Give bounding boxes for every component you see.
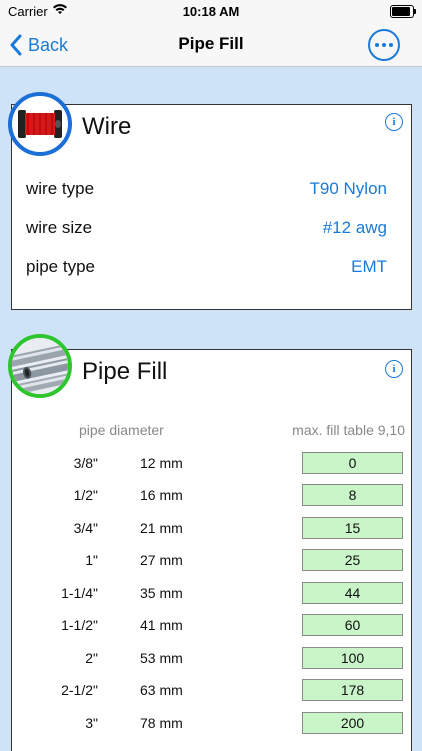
pipe-type-label: pipe type (26, 257, 95, 276)
wire-size-row[interactable]: wire size #12 awg (26, 218, 387, 242)
ellipsis-icon (375, 43, 379, 47)
table-row: 3/4" 21 mm 15 (12, 517, 411, 539)
clock: 10:18 AM (182, 4, 240, 19)
pipe-fill-card: Pipe Fill i pipe diameter max. fill tabl… (11, 349, 412, 751)
pipes-icon (8, 334, 72, 398)
max-fill-value: 0 (302, 452, 403, 474)
pipe-size-mm: 78 mm (140, 715, 183, 731)
pipe-size-mm: 35 mm (140, 585, 183, 601)
table-row: 1" 27 mm 25 (12, 549, 411, 571)
pipe-size-mm: 16 mm (140, 487, 183, 503)
pipe-size-inch: 2" (85, 650, 98, 666)
wire-size-label: wire size (26, 218, 93, 237)
pipe-size-mm: 12 mm (140, 455, 183, 471)
pipe-diameter-header: pipe diameter (79, 422, 164, 438)
wire-type-label: wire type (26, 179, 95, 198)
pipe-size-mm: 21 mm (140, 520, 183, 536)
max-fill-value: 8 (302, 484, 403, 506)
pipe-size-inch: 3" (85, 715, 98, 731)
max-fill-value: 15 (302, 517, 403, 539)
max-fill-value: 44 (302, 582, 403, 604)
wire-type-row[interactable]: wire type T90 Nylon (26, 179, 387, 203)
pipe-fill-card-title: Pipe Fill (82, 358, 168, 385)
pipe-size-inch: 3/4" (73, 520, 98, 536)
wire-info-icon[interactable]: i (385, 113, 403, 131)
status-bar: Carrier 10:18 AM (0, 0, 422, 24)
table-row: 1-1/4" 35 mm 44 (12, 582, 411, 604)
pipe-size-mm: 27 mm (140, 552, 183, 568)
pipe-size-inch: 3/8" (73, 455, 98, 471)
wire-card-title: Wire (82, 113, 132, 140)
wire-card: Wire i wire type T90 Nylon wire size #12… (11, 104, 412, 310)
battery-icon (390, 5, 416, 18)
table-row: 2" 53 mm 100 (12, 647, 411, 669)
more-options-button[interactable] (368, 29, 400, 61)
max-fill-value: 100 (302, 647, 403, 669)
pipe-size-inch: 1/2" (73, 487, 98, 503)
wire-size-value[interactable]: #12 awg (323, 218, 387, 238)
table-row: 1-1/2" 41 mm 60 (12, 614, 411, 636)
table-row: 1/2" 16 mm 8 (12, 484, 411, 506)
pipe-size-mm: 53 mm (140, 650, 183, 666)
ellipsis-dot (389, 43, 393, 47)
page-title: Pipe Fill (178, 34, 244, 53)
wire-spool-icon (8, 92, 72, 156)
max-fill-value: 200 (302, 712, 403, 734)
pipe-size-inch: 2-1/2" (61, 682, 98, 698)
pipe-size-mm: 41 mm (140, 617, 183, 633)
wire-type-value[interactable]: T90 Nylon (310, 179, 387, 199)
pipe-size-inch: 1" (85, 552, 98, 568)
table-row: 3/8" 12 mm 0 (12, 452, 411, 474)
max-fill-header: max. fill table 9,10 (292, 422, 405, 438)
pipe-size-inch: 1-1/4" (61, 585, 98, 601)
max-fill-value: 178 (302, 679, 403, 701)
pipe-fill-info-icon[interactable]: i (385, 360, 403, 378)
table-row: 3" 78 mm 200 (12, 712, 411, 734)
navigation-bar: Back Pipe Fill (0, 24, 422, 67)
table-row: 2-1/2" 63 mm 178 (12, 679, 411, 701)
pipe-type-value[interactable]: EMT (351, 257, 387, 277)
pipe-type-row[interactable]: pipe type EMT (26, 257, 387, 281)
pipe-size-inch: 1-1/2" (61, 617, 98, 633)
max-fill-value: 25 (302, 549, 403, 571)
max-fill-value: 60 (302, 614, 403, 636)
pipe-size-mm: 63 mm (140, 682, 183, 698)
ellipsis-dot (382, 43, 386, 47)
